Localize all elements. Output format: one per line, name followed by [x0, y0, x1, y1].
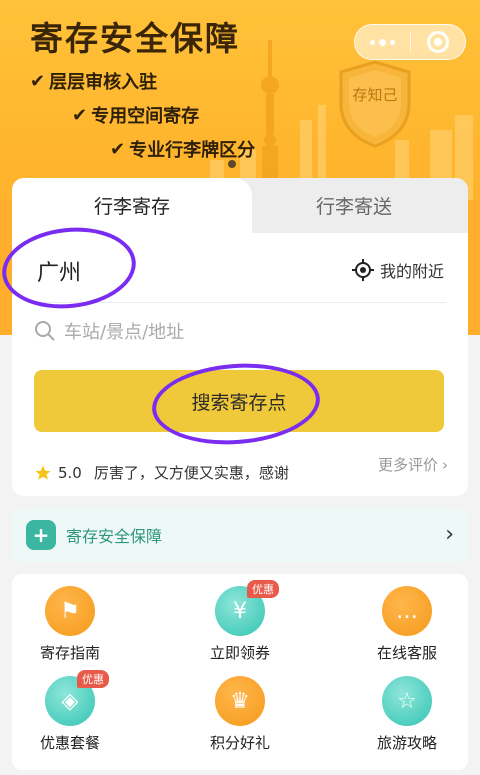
- banner-feature-2: ✔ 专用空间寄存: [72, 104, 200, 128]
- promo-badge: 优惠: [77, 670, 109, 688]
- grid-item-travel-guide[interactable]: ☆ 旅游攻略: [352, 676, 462, 766]
- review-text: 厉害了，又方便又实惠，感谢: [93, 464, 289, 482]
- banner-feature-1: ✔ 层层审核入驻: [30, 70, 158, 94]
- grid-item-online-service[interactable]: … 在线客服: [352, 586, 462, 676]
- crown-icon: ♛: [215, 676, 265, 726]
- tab-bar: 行李寄送 行李寄存: [12, 178, 468, 233]
- storage-search-card: 行李寄送 行李寄存 广州 我的附近 车站/景点/地址 搜索寄存点 5.0 厉害了…: [12, 178, 468, 496]
- search-icon: [35, 321, 55, 341]
- target-close-icon[interactable]: [411, 25, 465, 59]
- review-rating: 5.0: [58, 463, 82, 482]
- more-dots-icon[interactable]: [355, 25, 410, 59]
- check-icon: ✔: [110, 138, 126, 160]
- banner-feature-3: ✔ 专业行李牌区分: [110, 138, 256, 162]
- book-icon: ☆: [382, 676, 432, 726]
- banner-title: 寄存安全保障: [30, 19, 240, 58]
- shield-logo: 存知己: [339, 60, 411, 148]
- star-icon: [35, 465, 51, 480]
- service-grid: ⚑ 寄存指南 ¥ 优惠 立即领券 … 在线客服 ◈ 优惠 优惠套餐 ♛ 积分好礼…: [12, 574, 468, 770]
- chat-icon: …: [382, 586, 432, 636]
- locate-icon: [351, 259, 374, 281]
- latest-review: 5.0 厉害了，又方便又实惠，感谢: [34, 462, 289, 483]
- chevron-right-icon: ›: [445, 522, 454, 547]
- signpost-icon: ⚑: [45, 586, 95, 636]
- grid-item-points-gifts[interactable]: ♛ 积分好礼: [185, 676, 295, 766]
- more-reviews-link[interactable]: 更多评价 ›: [378, 454, 448, 475]
- check-icon: ✔: [30, 70, 46, 92]
- grid-item-get-coupon[interactable]: ¥ 优惠 立即领券: [185, 580, 295, 676]
- safety-label: 寄存安全保障: [66, 527, 163, 546]
- miniprogram-capsule: [354, 24, 466, 60]
- svg-text:存知己: 存知己: [352, 86, 397, 104]
- check-icon: ✔: [72, 104, 88, 126]
- nearby-button[interactable]: 我的附近: [351, 258, 444, 282]
- grid-item-discount-package[interactable]: ◈ 优惠 优惠套餐: [15, 670, 125, 766]
- safety-guarantee-banner[interactable]: + 寄存安全保障 ›: [12, 508, 468, 562]
- promo-badge: 优惠: [247, 580, 279, 598]
- carousel-indicator: [228, 160, 236, 168]
- chevron-right-icon: ›: [442, 455, 448, 474]
- grid-item-storage-guide[interactable]: ⚑ 寄存指南: [15, 586, 125, 676]
- tab-luggage-delivery[interactable]: 行李寄送: [240, 178, 468, 233]
- shield-plus-icon: +: [26, 520, 56, 550]
- search-placeholder: 车站/景点/地址: [64, 322, 185, 343]
- search-input[interactable]: 车站/景点/地址: [34, 318, 184, 344]
- tab-luggage-storage[interactable]: 行李寄存: [12, 178, 252, 233]
